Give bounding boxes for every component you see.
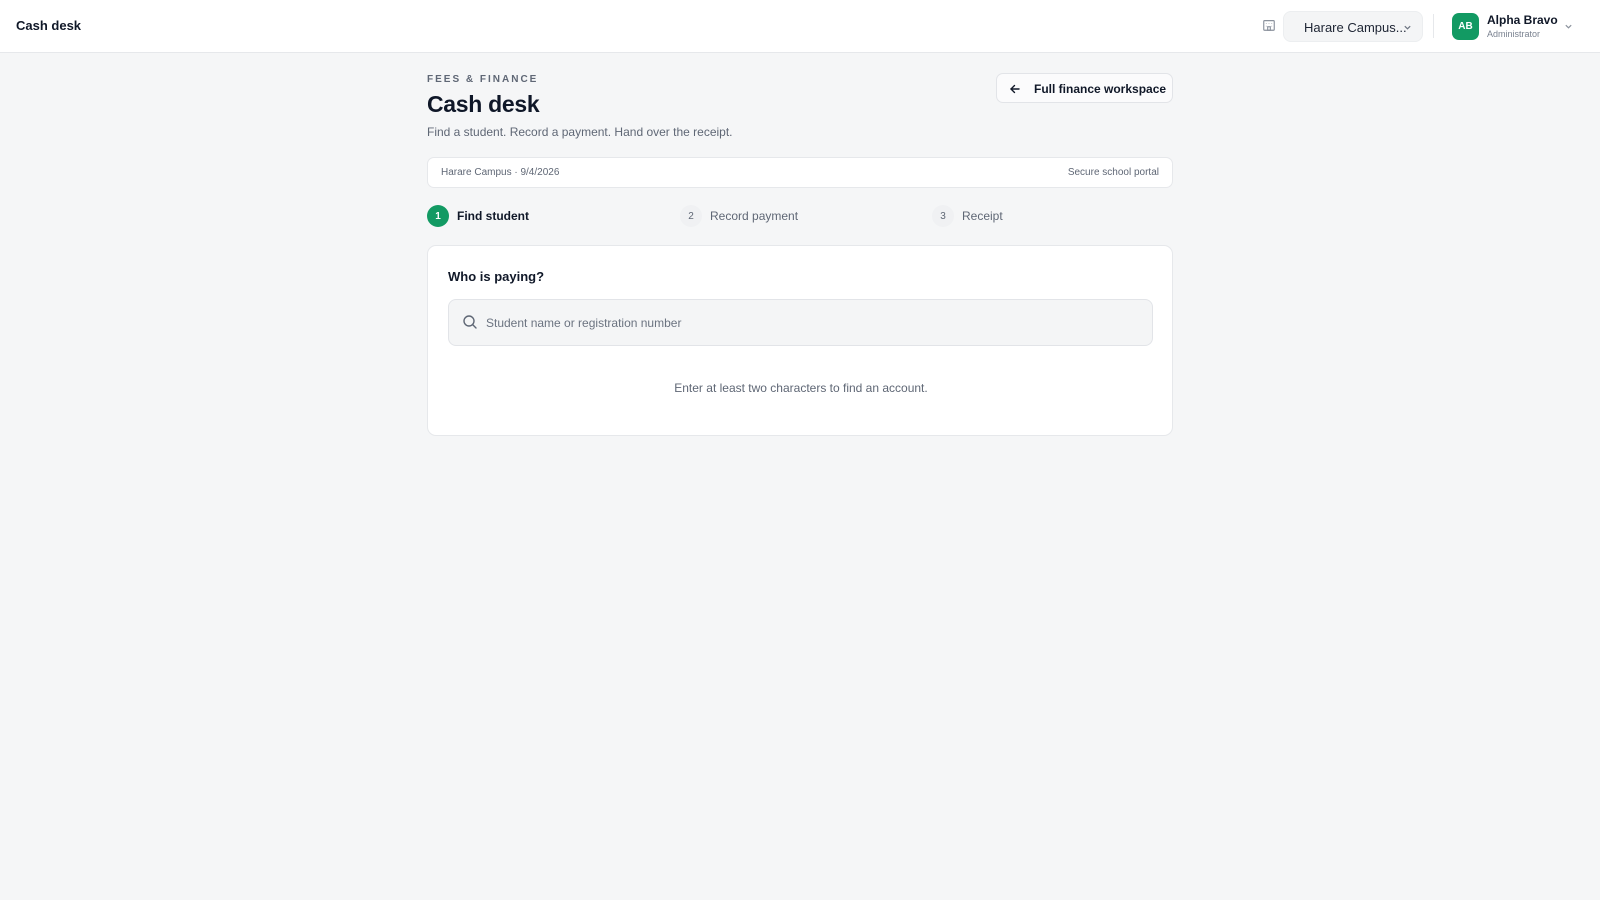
full-finance-workspace-label: Full finance workspace — [1034, 82, 1167, 96]
find-student-card: Who is paying? Enter at least two charac… — [427, 245, 1173, 436]
search-icon — [463, 315, 477, 329]
building-icon — [1263, 20, 1275, 31]
top-bar: Cash desk Harare Campus... AB Alpha Brav… — [0, 0, 1600, 53]
arrow-left-icon — [1010, 84, 1020, 94]
campus-select[interactable]: Harare Campus... — [1283, 11, 1423, 42]
chevron-down-icon — [1404, 25, 1411, 30]
step-label: Find student — [457, 209, 529, 223]
user-menu-chevron-icon[interactable] — [1564, 22, 1573, 31]
card-heading: Who is paying? — [448, 269, 545, 284]
campus-select-value: Harare Campus... — [1304, 20, 1407, 35]
campus-date: Harare Campus · 9/4/2026 — [441, 167, 560, 178]
context-bar: Harare Campus · 9/4/2026 Secure school p… — [427, 157, 1173, 188]
step-label: Receipt — [962, 209, 1003, 223]
secure-portal-label: Secure school portal — [1067, 167, 1159, 178]
avatar[interactable]: AB — [1452, 13, 1479, 40]
full-finance-workspace-button[interactable]: Full finance workspace — [996, 73, 1173, 103]
section-eyebrow: FEES & FINANCE — [427, 74, 539, 85]
page-title: Cash desk — [427, 91, 540, 117]
header-divider — [1433, 14, 1434, 38]
step-number: 2 — [680, 205, 702, 227]
page-subtitle: Find a student. Record a payment. Hand o… — [427, 125, 733, 139]
step-label: Record payment — [710, 209, 799, 223]
step-number: 1 — [427, 205, 449, 227]
student-search-box[interactable] — [448, 299, 1153, 346]
step-number: 3 — [932, 205, 954, 227]
search-hint: Enter at least two characters to find an… — [674, 381, 928, 395]
student-search-input[interactable] — [486, 308, 1136, 338]
app-title: Cash desk — [16, 18, 82, 33]
user-name[interactable]: Alpha Bravo — [1487, 13, 1558, 27]
user-role: Administrator — [1487, 29, 1541, 39]
